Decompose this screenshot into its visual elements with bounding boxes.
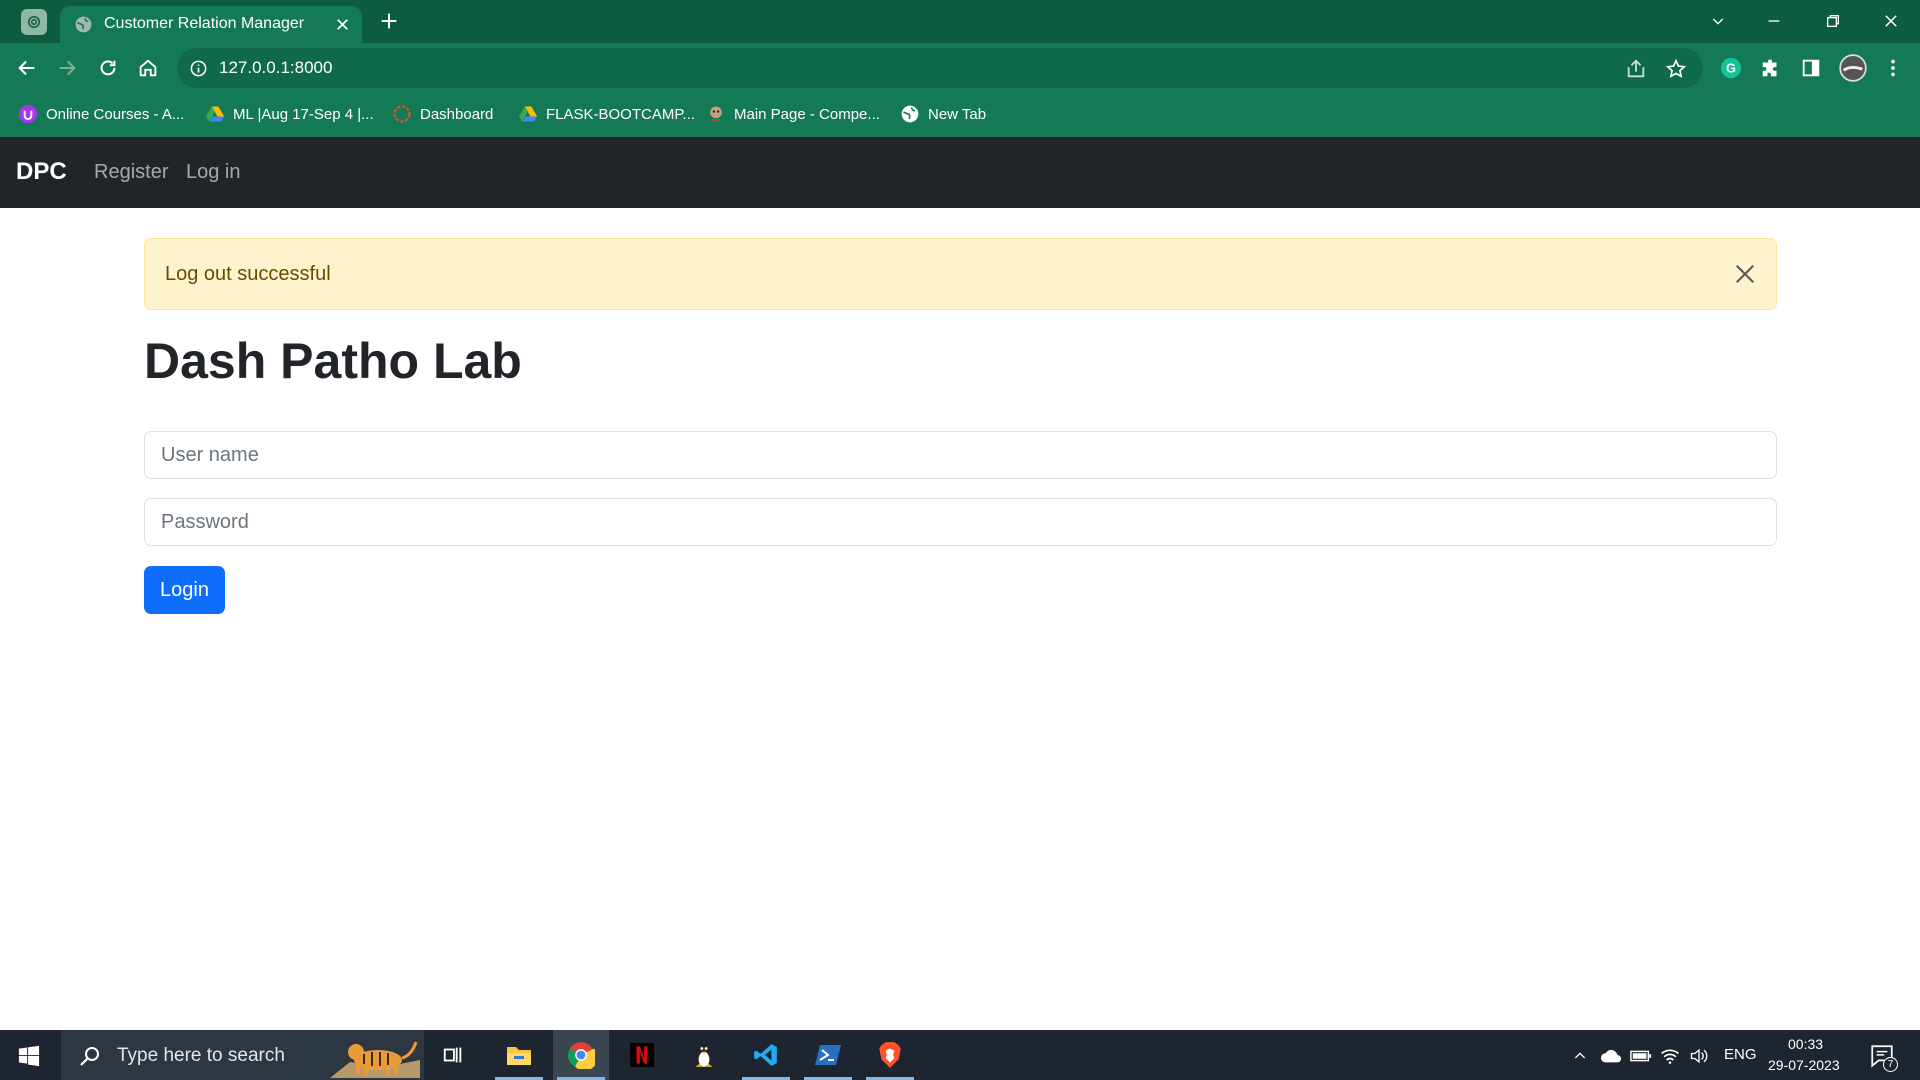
restore-icon[interactable] — [1820, 8, 1846, 34]
globe-icon — [75, 16, 92, 33]
back-icon[interactable] — [14, 55, 40, 81]
onedrive-icon[interactable] — [1600, 1045, 1622, 1067]
page-title: Dash Patho Lab — [144, 333, 522, 389]
address-bar[interactable]: 127.0.0.1:8000 — [177, 48, 1703, 88]
alert-close-icon[interactable] — [1732, 261, 1758, 287]
brand-logo-text[interactable]: DPC — [16, 158, 67, 186]
notification-center-icon[interactable]: 7 — [1868, 1042, 1898, 1072]
battery-icon[interactable] — [1630, 1045, 1652, 1067]
netflix-icon[interactable] — [614, 1030, 670, 1080]
google-drive-icon — [205, 104, 225, 124]
powershell-icon[interactable] — [800, 1030, 856, 1080]
bookmarks-bar: Online Courses - A... ML |Aug 17-Sep 4 |… — [0, 91, 1920, 137]
login-button[interactable]: Login — [144, 566, 225, 614]
show-hidden-icons-icon[interactable] — [1569, 1045, 1591, 1067]
bookmark-ml-drive[interactable]: ML |Aug 17-Sep 4 |... — [205, 103, 374, 125]
taskbar-search-box[interactable]: Type here to search — [61, 1030, 424, 1080]
openai-app-icon[interactable] — [21, 9, 47, 35]
site-info-icon[interactable] — [189, 59, 208, 78]
browser-toolbar: 127.0.0.1:8000 G — [0, 43, 1920, 91]
google-drive-icon — [518, 104, 538, 124]
globe-icon — [900, 104, 920, 124]
wifi-icon[interactable] — [1659, 1045, 1681, 1067]
new-tab-icon[interactable] — [378, 10, 400, 32]
bookmark-star-icon[interactable] — [1665, 58, 1687, 80]
extensions-icon[interactable] — [1758, 55, 1784, 81]
bookmark-flask-bootcamp[interactable]: FLASK-BOOTCAMP... — [518, 103, 695, 125]
profile-avatar-icon[interactable] — [1838, 53, 1868, 83]
site-navbar: DPC Register Log in — [0, 137, 1920, 208]
linux-tux-icon[interactable] — [676, 1030, 732, 1080]
tab-title: Customer Relation Manager — [104, 15, 305, 32]
browser-tabstrip: Customer Relation Manager — [0, 0, 1920, 43]
nav-link-register[interactable]: Register — [94, 161, 168, 184]
volume-icon[interactable] — [1688, 1045, 1710, 1067]
bookmark-main-page[interactable]: Main Page - Compe... — [706, 103, 880, 125]
minimize-icon[interactable] — [1761, 8, 1787, 34]
alert-message: Log out successful — [165, 263, 331, 285]
username-input[interactable] — [144, 431, 1777, 479]
clock-date[interactable]: 29-07-2023 — [1768, 1057, 1840, 1073]
close-tab-icon[interactable] — [333, 15, 352, 34]
language-indicator[interactable]: ENG — [1724, 1046, 1757, 1063]
password-input[interactable] — [144, 498, 1777, 546]
notification-count-badge: 7 — [1883, 1057, 1898, 1072]
brave-icon[interactable] — [862, 1030, 918, 1080]
close-window-icon[interactable] — [1878, 8, 1904, 34]
clock-time[interactable]: 00:33 — [1788, 1036, 1823, 1052]
chrome-menu-icon[interactable] — [1880, 55, 1906, 81]
udemy-icon — [18, 104, 38, 124]
nav-link-login[interactable]: Log in — [186, 161, 241, 184]
share-icon[interactable] — [1625, 58, 1647, 80]
windows-taskbar: Type here to search ENG 00:33 29-07-2023… — [0, 1030, 1920, 1080]
tiger-illustration-icon — [330, 1041, 420, 1078]
grammarly-icon[interactable]: G — [1718, 55, 1744, 81]
bookmark-online-courses[interactable]: Online Courses - A... — [18, 103, 184, 125]
file-explorer-icon[interactable] — [491, 1030, 547, 1080]
bookmark-dashboard[interactable]: Dashboard — [392, 103, 493, 125]
wiki-icon — [706, 104, 726, 124]
side-panel-icon[interactable] — [1798, 55, 1824, 81]
search-icon — [80, 1047, 99, 1066]
home-icon[interactable] — [135, 55, 161, 81]
url-text[interactable]: 127.0.0.1:8000 — [219, 58, 332, 78]
logout-alert: Log out successful — [144, 238, 1777, 310]
svg-text:G: G — [1726, 61, 1736, 76]
dashboard-ring-icon — [392, 104, 412, 124]
chrome-taskbar-icon[interactable] — [553, 1030, 609, 1080]
bookmark-new-tab[interactable]: New Tab — [900, 103, 986, 125]
browser-tab-active[interactable]: Customer Relation Manager — [60, 6, 362, 43]
search-placeholder: Type here to search — [117, 1045, 285, 1066]
task-view-icon[interactable] — [425, 1030, 481, 1080]
forward-icon[interactable] — [54, 55, 80, 81]
reload-icon[interactable] — [95, 55, 121, 81]
tab-search-icon[interactable] — [1705, 8, 1731, 34]
vscode-icon[interactable] — [738, 1030, 794, 1080]
windows-start-icon[interactable] — [18, 1045, 40, 1067]
